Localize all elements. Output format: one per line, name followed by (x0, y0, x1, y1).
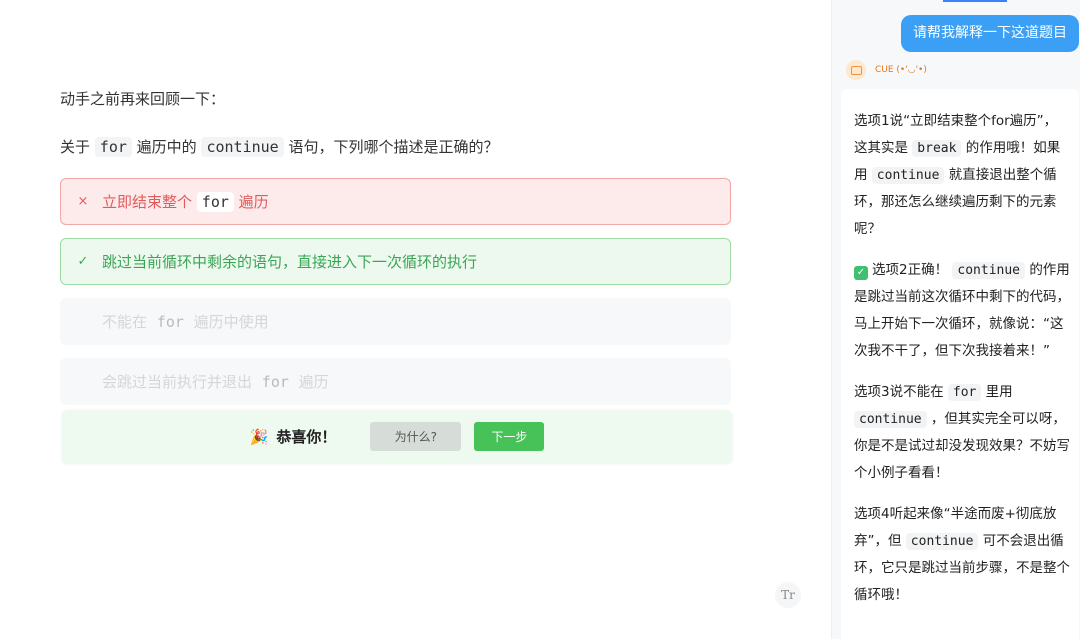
question-code-for: for (94, 137, 132, 157)
congrats-banner: 🎉 恭喜你！ 为什么? 下一步 (62, 410, 732, 463)
bot-reply-card: 选项1说“立即结束整个for遍历”，这其实是 break 的作用哦！如果用 co… (841, 89, 1079, 639)
question-text: 关于 for 遍历中的 continue 语句，下列哪个描述是正确的？ (60, 135, 732, 159)
reply-code-continue-2: continue (952, 262, 1026, 279)
question-suffix: 语句，下列哪个描述是正确的？ (288, 138, 499, 156)
font-size-icon[interactable]: Tr (775, 582, 801, 608)
option-3-text-post: 遍历中使用 (193, 313, 269, 331)
party-popper-icon: 🎉 (249, 427, 269, 446)
bot-avatar-icon (846, 60, 866, 80)
reply-paragraph-1: 选项1说“立即结束整个for遍历”，这其实是 break 的作用哦！如果用 co… (854, 113, 1061, 237)
check-box-icon: ✓ (854, 266, 868, 280)
option-4-text-post: 遍历 (298, 373, 329, 391)
reply-code-continue-3: continue (854, 411, 927, 428)
reply-paragraph-4: 选项4听起来像“半途而废+彻底放弃”，但 continue 可不会退出循环，它只… (854, 506, 1070, 603)
intro-text: 动手之前再来回顾一下： (60, 90, 226, 108)
robot-icon (850, 65, 862, 75)
next-step-button[interactable]: 下一步 (474, 422, 545, 451)
option-4-text-pre: 会跳过当前执行并退出 (102, 373, 253, 391)
user-message-bubble: 请帮我解释一下这道题目 (901, 15, 1079, 52)
question-code-continue: continue (201, 137, 284, 157)
congrats-text: 恭喜你！ (276, 428, 337, 446)
reply-code-continue-4: continue (905, 533, 979, 550)
option-3[interactable]: 不能在 for 遍历中使用 (60, 298, 731, 345)
answer-options: × 立即结束整个 for 遍历 ✓ 跳过当前循环中剩余的语句，直接进入下一次循环… (60, 178, 731, 418)
option-2-correct[interactable]: ✓ 跳过当前循环中剩余的语句，直接进入下一次循环的执行 (60, 238, 731, 285)
option-1-text-pre: 立即结束整个 (102, 193, 193, 211)
lesson-page: 动手之前再来回顾一下： 关于 for 遍历中的 continue 语句，下列哪个… (0, 0, 1080, 639)
reply-code-break: break (912, 140, 962, 157)
reply-paragraph-3: 选项3说不能在 for 里用 continue ，但其实完全可以呀，你是不是试过… (854, 384, 1070, 481)
option-1-text-post: 遍历 (238, 193, 269, 211)
chat-panel: 请帮我解释一下这道题目 CUE (•'◡'•) 选项1说“立即结束整个for遍历… (831, 0, 1080, 639)
why-button[interactable]: 为什么? (370, 422, 462, 451)
bot-reply-text: 选项1说“立即结束整个for遍历”，这其实是 break 的作用哦！如果用 co… (854, 108, 1070, 623)
question-prefix: 关于 (60, 138, 91, 156)
option-1-code: for (196, 191, 234, 212)
option-3-code: for (156, 312, 184, 331)
option-3-text-pre: 不能在 (102, 313, 148, 331)
check-mark-icon: ✓ (77, 254, 89, 269)
active-tab-indicator (943, 0, 1007, 2)
question-middle: 遍历中的 (136, 138, 197, 156)
option-4[interactable]: 会跳过当前执行并退出 for 遍历 (60, 358, 731, 405)
reply-code-for: for (947, 384, 982, 401)
reply-paragraph-2: ✓ 选项2正确！ continue 的作用是跳过当前这次循环中剩下的代码，马上开始… (854, 262, 1070, 359)
bot-name: CUE (•'◡'•) (875, 65, 927, 75)
bot-header: CUE (•'◡'•) (846, 60, 927, 80)
option-2-text: 跳过当前循环中剩余的语句，直接进入下一次循环的执行 (102, 253, 478, 271)
option-4-code: for (261, 372, 289, 391)
reply-code-continue: continue (871, 167, 945, 184)
option-1-wrong[interactable]: × 立即结束整个 for 遍历 (60, 178, 731, 225)
quiz-area: 动手之前再来回顾一下： 关于 for 遍历中的 continue 语句，下列哪个… (60, 88, 732, 159)
wrong-mark-icon: × (77, 194, 89, 209)
